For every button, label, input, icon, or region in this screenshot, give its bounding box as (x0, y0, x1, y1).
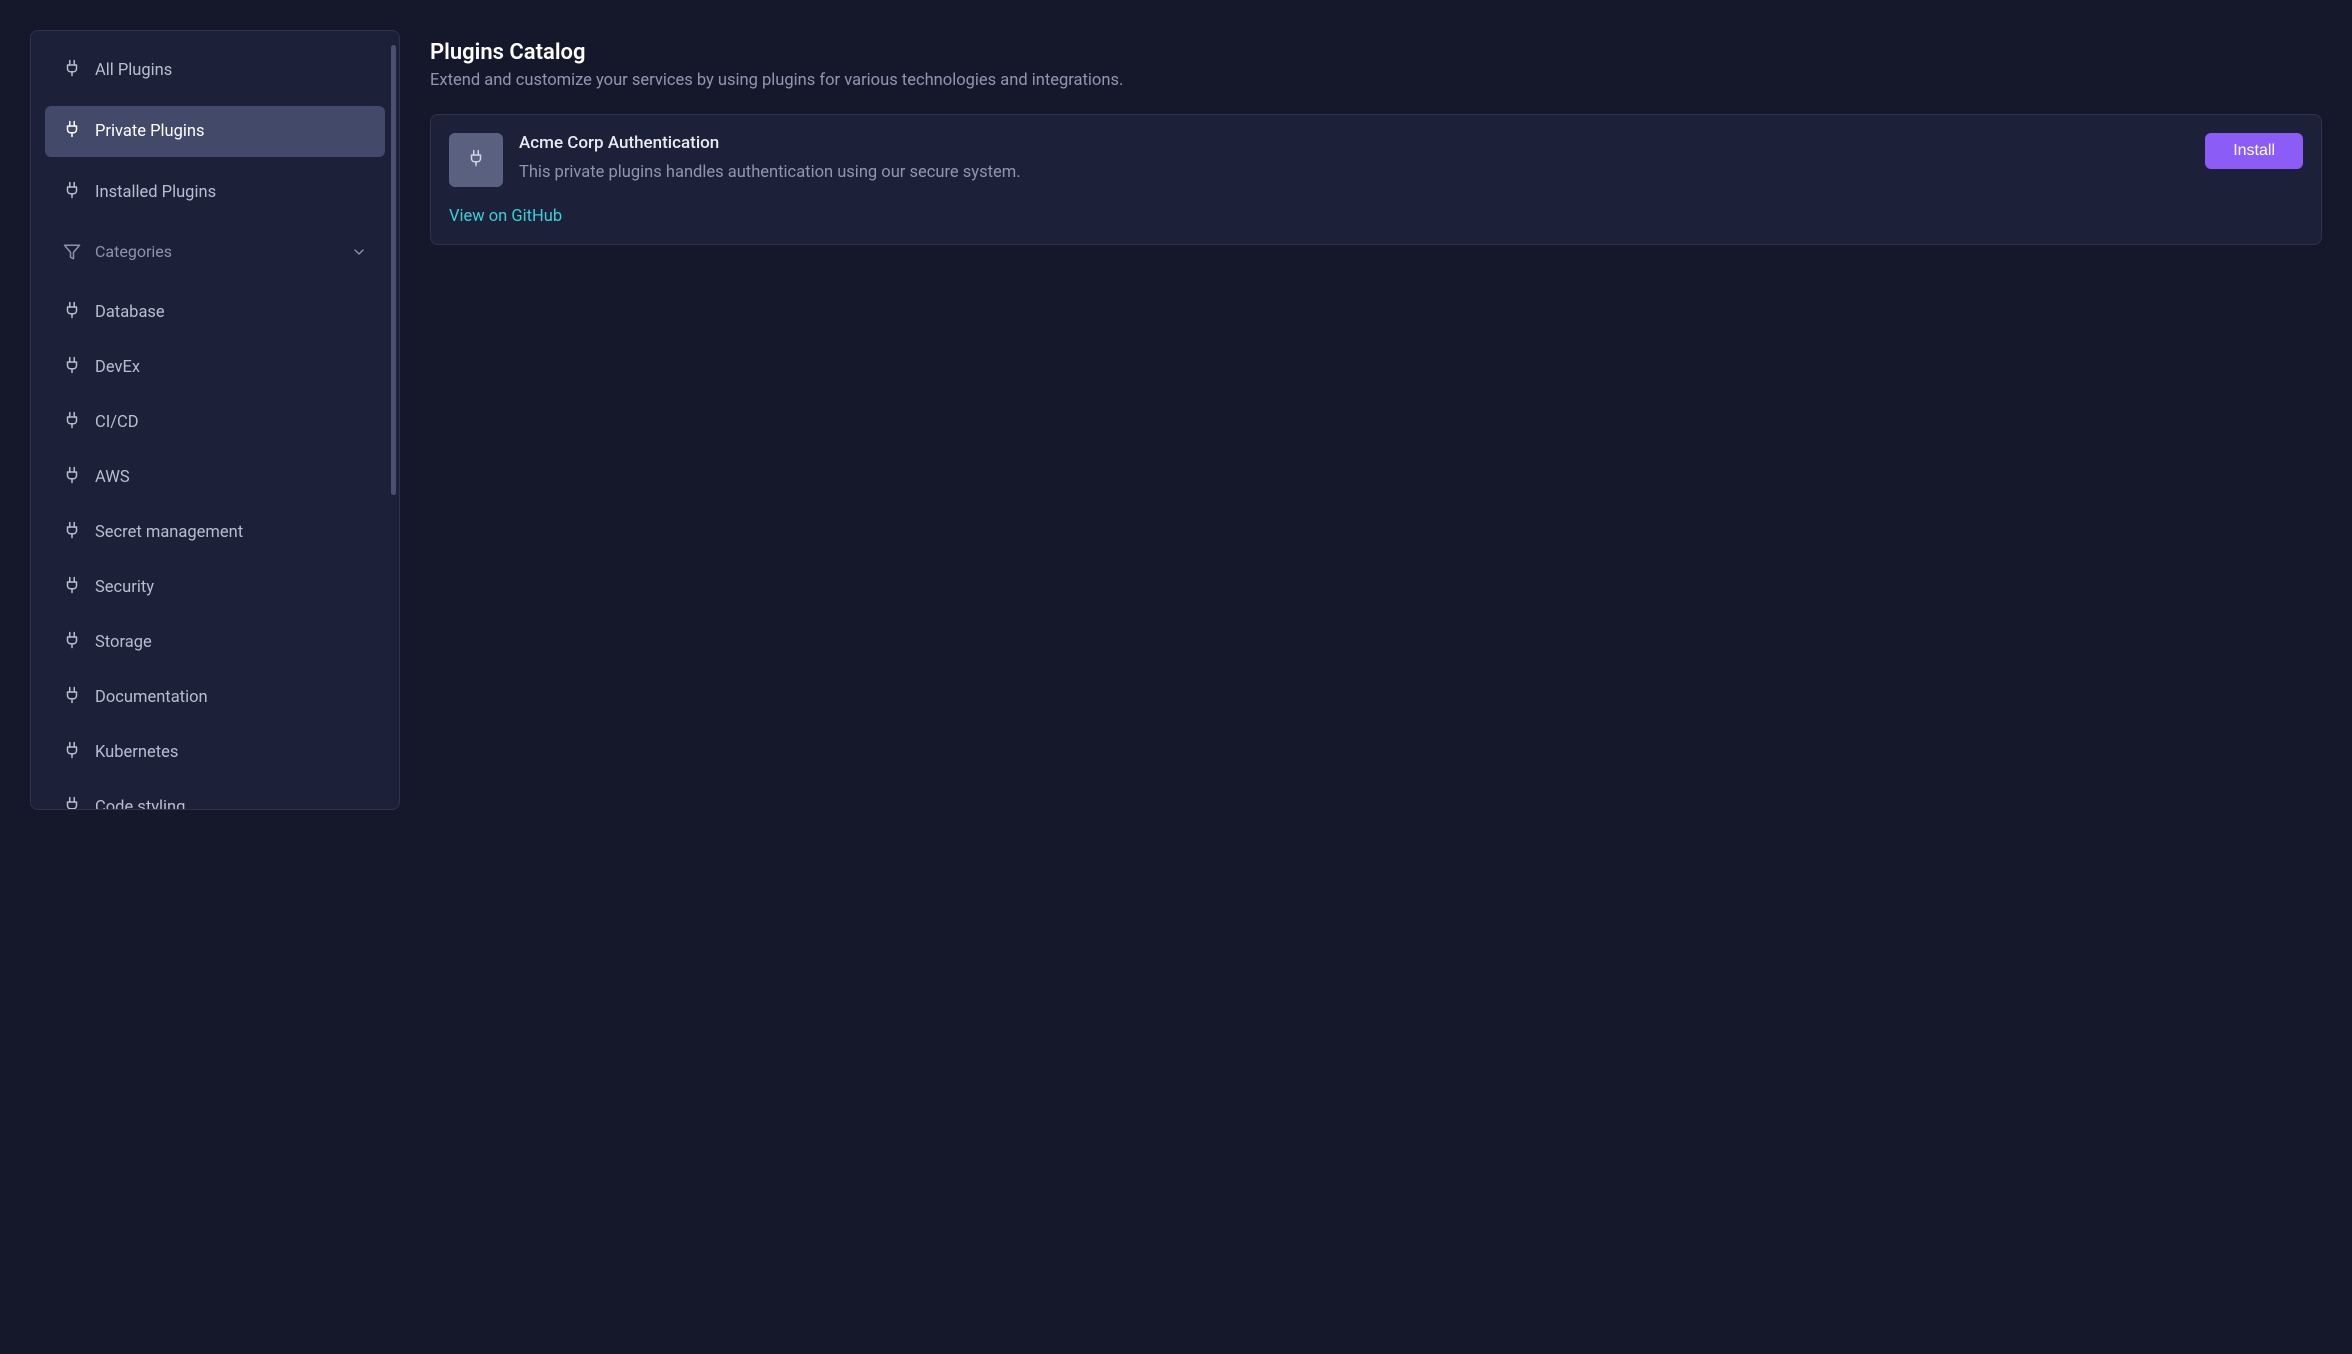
sidebar-item-installed-plugins[interactable]: Installed Plugins (45, 167, 385, 218)
page-title: Plugins Catalog (430, 40, 2322, 65)
sidebar-item-all-plugins[interactable]: All Plugins (45, 45, 385, 96)
sidebar-item-label: Private Plugins (95, 122, 205, 141)
plug-icon (63, 301, 81, 324)
plug-icon (63, 411, 81, 434)
category-label: Security (95, 578, 154, 597)
plug-icon (467, 149, 485, 171)
category-item-kubernetes[interactable]: Kubernetes (45, 725, 385, 780)
categories-label: Categories (95, 242, 172, 261)
category-label: Kubernetes (95, 743, 178, 762)
plugin-name: Acme Corp Authentication (519, 133, 2189, 153)
plug-icon (63, 576, 81, 599)
sidebar-item-label: All Plugins (95, 61, 172, 80)
plugin-icon-box (449, 133, 503, 187)
category-item-code-styling[interactable]: Code styling (45, 780, 385, 810)
plugin-description: This private plugins handles authenticat… (519, 163, 2189, 182)
plug-icon (63, 686, 81, 709)
plug-icon (63, 796, 81, 810)
categories-toggle[interactable]: Categories (45, 228, 385, 275)
sidebar: All Plugins Private Plugins Installed Pl… (30, 30, 400, 810)
main-content: Plugins Catalog Extend and customize you… (430, 30, 2322, 810)
plug-icon (63, 356, 81, 379)
category-label: Documentation (95, 688, 208, 707)
page-subtitle: Extend and customize your services by us… (430, 71, 2322, 90)
plug-icon (63, 120, 81, 143)
category-item-secret-management[interactable]: Secret management (45, 505, 385, 560)
category-item-cicd[interactable]: CI/CD (45, 395, 385, 450)
sidebar-item-label: Installed Plugins (95, 183, 216, 202)
category-label: Secret management (95, 523, 243, 542)
plug-icon (63, 466, 81, 489)
category-item-devex[interactable]: DevEx (45, 340, 385, 395)
category-label: CI/CD (95, 413, 139, 432)
category-label: Storage (95, 633, 152, 652)
sidebar-item-private-plugins[interactable]: Private Plugins (45, 106, 385, 157)
category-label: DevEx (95, 358, 140, 377)
category-label: AWS (95, 468, 130, 487)
category-label: Database (95, 303, 165, 322)
category-label: Code styling (95, 798, 185, 810)
category-item-database[interactable]: Database (45, 285, 385, 340)
category-item-storage[interactable]: Storage (45, 615, 385, 670)
plug-icon (63, 741, 81, 764)
view-on-github-link[interactable]: View on GitHub (449, 207, 562, 226)
plug-icon (63, 181, 81, 204)
plug-icon (63, 59, 81, 82)
plugin-card: Acme Corp Authentication This private pl… (430, 114, 2322, 245)
category-item-aws[interactable]: AWS (45, 450, 385, 505)
category-item-documentation[interactable]: Documentation (45, 670, 385, 725)
chevron-down-icon (351, 244, 367, 260)
filter-icon (63, 243, 81, 261)
category-item-security[interactable]: Security (45, 560, 385, 615)
plug-icon (63, 631, 81, 654)
plug-icon (63, 521, 81, 544)
install-button[interactable]: Install (2205, 133, 2303, 169)
